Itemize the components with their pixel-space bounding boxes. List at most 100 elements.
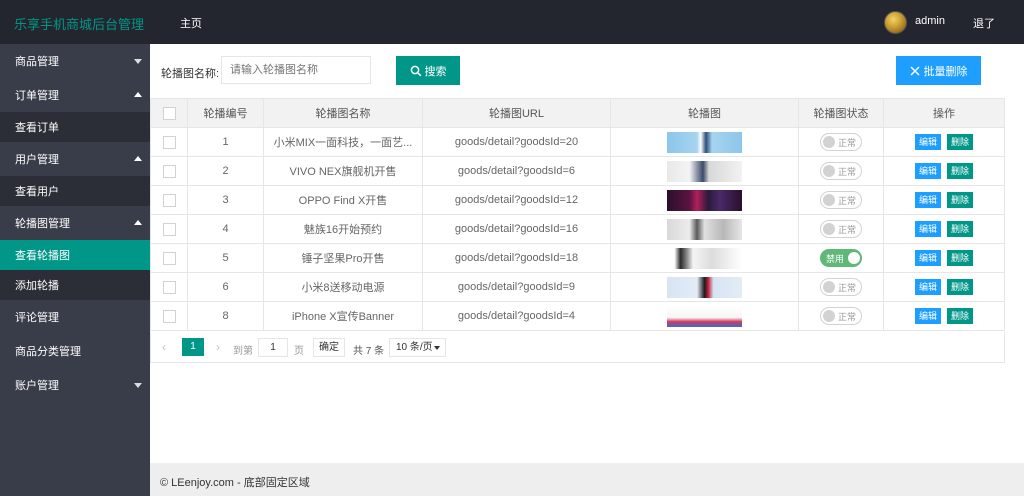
banner-status-cell: 正常 bbox=[798, 301, 884, 331]
sidebar-item-view-orders[interactable]: 查看订单 bbox=[0, 112, 150, 142]
sidebar-item-label: 查看轮播图 bbox=[15, 250, 70, 262]
banner-thumbnail bbox=[667, 218, 742, 240]
row-select-cell[interactable] bbox=[150, 214, 188, 244]
edit-button[interactable]: 编辑 bbox=[914, 163, 941, 179]
select-all-checkbox[interactable] bbox=[162, 106, 176, 120]
delete-button[interactable]: 删除 bbox=[947, 308, 974, 324]
sidebar-item-orders[interactable]: 订单管理 bbox=[0, 78, 150, 112]
banner-status-cell: 正常 bbox=[798, 185, 884, 215]
banner-id: 6 bbox=[187, 272, 264, 302]
banner-name: iPhone X宣传Banner bbox=[263, 301, 423, 331]
banner-id: 4 bbox=[187, 214, 264, 244]
delete-button[interactable]: 删除 bbox=[947, 163, 974, 179]
banner-thumbnail bbox=[667, 276, 742, 298]
caret-down-icon bbox=[434, 346, 440, 350]
prev-page-icon[interactable]: ‹ bbox=[162, 340, 166, 354]
delete-button[interactable]: 删除 bbox=[947, 250, 974, 266]
toggle-knob bbox=[823, 310, 835, 322]
sidebar-item-label: 轮播图管理 bbox=[15, 218, 70, 230]
row-select-cell[interactable] bbox=[150, 185, 188, 215]
status-toggle[interactable]: 正常 bbox=[820, 278, 862, 296]
sidebar-item-add-banner[interactable]: 添加轮播 bbox=[0, 270, 150, 300]
row-checkbox[interactable] bbox=[162, 309, 176, 323]
edit-button[interactable]: 编辑 bbox=[914, 221, 941, 237]
sidebar-item-label: 评论管理 bbox=[15, 312, 59, 324]
row-checkbox[interactable] bbox=[162, 164, 176, 178]
status-text: 正常 bbox=[838, 283, 857, 293]
logout-link[interactable]: 退了 bbox=[973, 15, 995, 31]
avatar[interactable] bbox=[884, 11, 907, 34]
edit-button[interactable]: 编辑 bbox=[914, 308, 941, 324]
row-select-cell[interactable] bbox=[150, 301, 188, 331]
user-name[interactable]: admin bbox=[915, 15, 945, 27]
page-current[interactable]: 1 bbox=[182, 338, 204, 356]
next-page-icon[interactable]: › bbox=[216, 340, 220, 354]
sidebar-item-categories[interactable]: 商品分类管理 bbox=[0, 334, 150, 368]
delete-button[interactable]: 删除 bbox=[947, 221, 974, 237]
close-icon bbox=[910, 66, 919, 75]
row-checkbox[interactable] bbox=[162, 193, 176, 207]
actions-cell: 编辑 删除 bbox=[883, 185, 1005, 215]
delete-button[interactable]: 删除 bbox=[947, 134, 974, 150]
sidebar-item-users[interactable]: 用户管理 bbox=[0, 142, 150, 176]
delete-button[interactable]: 删除 bbox=[947, 279, 974, 295]
banner-url: goods/detail?goodsId=6 bbox=[422, 156, 611, 186]
column-header: 操作 bbox=[883, 98, 1005, 128]
row-checkbox[interactable] bbox=[162, 251, 176, 265]
row-select-cell[interactable] bbox=[150, 156, 188, 186]
status-toggle[interactable]: 正常 bbox=[820, 191, 862, 209]
row-checkbox[interactable] bbox=[162, 280, 176, 294]
table-row: 2 VIVO NEX旗舰机开售 goods/detail?goodsId=6 正常 编辑… bbox=[150, 156, 1005, 186]
sidebar-item-banners[interactable]: 轮播图管理 bbox=[0, 206, 150, 240]
app-logo[interactable]: 乐享手机商城后台管理 bbox=[14, 14, 144, 33]
sidebar-item-view-banners[interactable]: 查看轮播图 bbox=[0, 240, 150, 270]
table-row: 1 小米MIX一面科技，一面艺... goods/detail?goodsId=20… bbox=[150, 127, 1005, 157]
edit-button[interactable]: 编辑 bbox=[914, 192, 941, 208]
edit-button[interactable]: 编辑 bbox=[914, 279, 941, 295]
edit-button[interactable]: 编辑 bbox=[914, 250, 941, 266]
column-header: 轮播图 bbox=[610, 98, 799, 128]
sidebar-item-label: 查看用户 bbox=[15, 186, 59, 198]
banner-name: 小米MIX一面科技，一面艺... bbox=[263, 127, 423, 157]
sidebar-item-goods[interactable]: 商品管理 bbox=[0, 44, 150, 78]
banner-table: 轮播编号 轮播图名称 轮播图URL 轮播图 轮播图状态 操作 1 小米MIX一面科… bbox=[150, 98, 1005, 331]
page-size-value: 10 条/页 bbox=[396, 342, 433, 353]
search-button[interactable]: 搜索 bbox=[396, 56, 460, 85]
status-toggle[interactable]: 正常 bbox=[820, 307, 862, 325]
sidebar-item-label: 查看订单 bbox=[15, 122, 59, 134]
banner-thumb-cell bbox=[610, 214, 799, 244]
row-checkbox[interactable] bbox=[162, 222, 176, 236]
banner-url: goods/detail?goodsId=4 bbox=[422, 301, 611, 331]
footer: © LEenjoy.com - 底部固定区域 bbox=[150, 463, 1024, 496]
total-count: 共 7 条 bbox=[353, 346, 385, 357]
row-select-cell[interactable] bbox=[150, 127, 188, 157]
row-checkbox[interactable] bbox=[162, 135, 176, 149]
status-toggle[interactable]: 禁用 bbox=[820, 249, 862, 267]
sidebar-item-accounts[interactable]: 账户管理 bbox=[0, 368, 150, 402]
goto-page-input[interactable] bbox=[258, 338, 288, 357]
row-select-cell[interactable] bbox=[150, 243, 188, 273]
sidebar-item-view-users[interactable]: 查看用户 bbox=[0, 176, 150, 206]
banner-url: goods/detail?goodsId=9 bbox=[422, 272, 611, 302]
toggle-knob bbox=[823, 165, 835, 177]
select-all-cell[interactable] bbox=[150, 98, 188, 128]
status-toggle[interactable]: 正常 bbox=[820, 220, 862, 238]
row-select-cell[interactable] bbox=[150, 272, 188, 302]
banner-thumb-cell bbox=[610, 272, 799, 302]
sidebar-item-comments[interactable]: 评论管理 bbox=[0, 300, 150, 334]
page-size-select[interactable]: 10 条/页 bbox=[389, 338, 446, 357]
banner-thumb-cell bbox=[610, 185, 799, 215]
search-input[interactable] bbox=[221, 56, 371, 84]
batch-delete-button[interactable]: 批量删除 bbox=[896, 56, 981, 85]
nav-home-link[interactable]: 主页 bbox=[180, 15, 202, 31]
goto-confirm-button[interactable]: 确定 bbox=[313, 338, 345, 357]
status-text: 正常 bbox=[838, 167, 857, 177]
chevron-down-icon bbox=[134, 59, 142, 64]
edit-button[interactable]: 编辑 bbox=[914, 134, 941, 150]
status-toggle[interactable]: 正常 bbox=[820, 133, 862, 151]
actions-cell: 编辑 删除 bbox=[883, 272, 1005, 302]
status-toggle[interactable]: 正常 bbox=[820, 162, 862, 180]
delete-button[interactable]: 删除 bbox=[947, 192, 974, 208]
top-header: 乐享手机商城后台管理 主页 admin 退了 bbox=[0, 0, 1024, 44]
banner-thumbnail bbox=[667, 189, 742, 211]
